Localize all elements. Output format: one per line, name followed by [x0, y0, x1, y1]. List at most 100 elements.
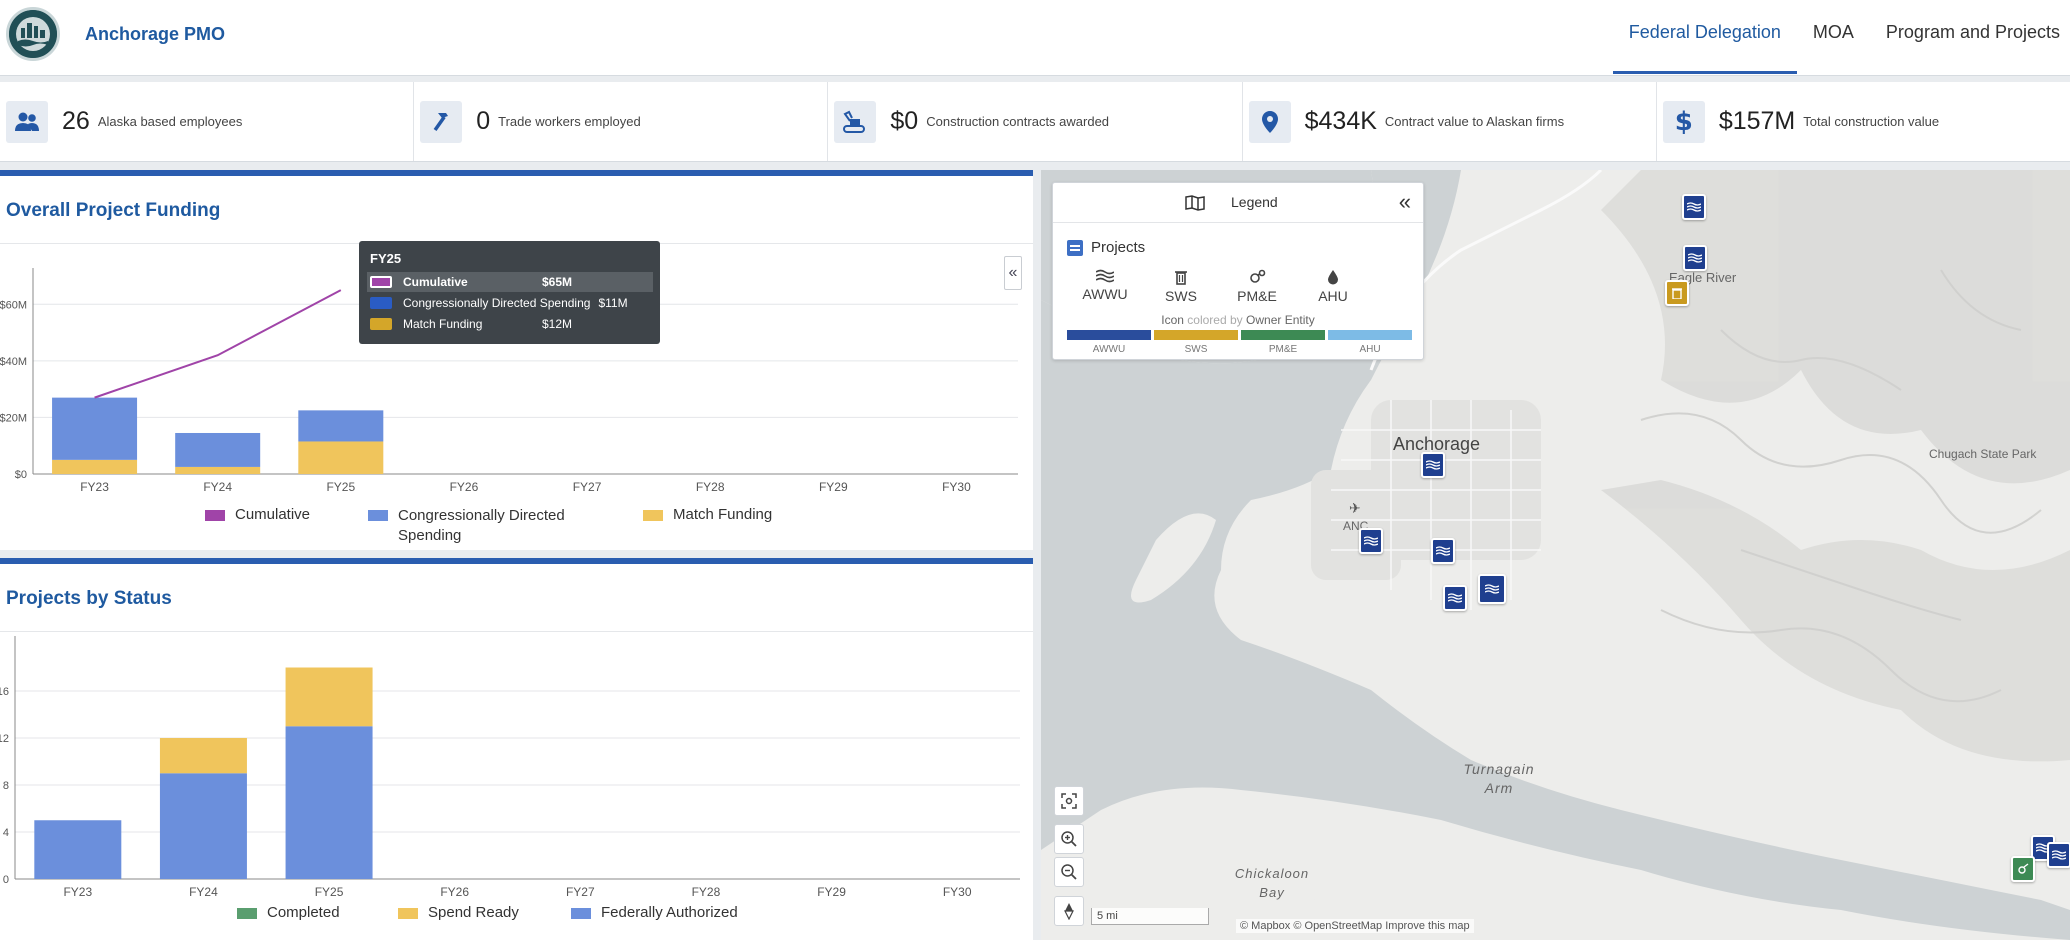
funding-legend: Cumulative Congressionally Directed Spen… [205, 506, 772, 546]
owner-color-bar [1328, 330, 1412, 340]
legend-item-match-funding[interactable]: Match Funding [643, 506, 772, 546]
nav-federal-delegation[interactable]: Federal Delegation [1612, 0, 1798, 76]
legend-swatch [571, 908, 591, 919]
kpi-label: Contract value to Alaskan firms [1384, 114, 1565, 129]
owner-color-bar [1241, 330, 1325, 340]
legend-swatch [368, 510, 388, 521]
waves-icon [1067, 269, 1143, 286]
collapse-legend-icon[interactable]: « [1399, 189, 1411, 215]
project-marker-sws[interactable] [1665, 280, 1689, 306]
bar-congressionally-directed-spending [52, 397, 138, 460]
owner-color-bar [1154, 330, 1238, 340]
map-legend: Legend « Projects AWWU SWS PM&E AHU Icon… [1052, 182, 1424, 360]
legend-item-cumulative[interactable]: Cumulative [205, 506, 368, 546]
legend-item-label: PM&E [1237, 288, 1277, 304]
legend-label: Federally Authorized [601, 904, 738, 921]
legend-swatch [643, 510, 663, 521]
legend-item-label: SWS [1165, 288, 1197, 304]
brand-title[interactable]: Anchorage PMO [85, 24, 225, 45]
zoom-in-icon [1061, 831, 1077, 847]
legend-item-label: AHU [1318, 288, 1348, 304]
y-tick-label: 4 [3, 827, 9, 839]
project-marker-awwu[interactable] [1421, 452, 1445, 478]
project-marker-awwu[interactable] [1443, 585, 1467, 611]
y-tick-label: 0 [3, 874, 9, 886]
project-marker-awwu[interactable] [1682, 194, 1706, 220]
tooltip-swatch [370, 276, 392, 288]
fit-bounds-button[interactable] [1054, 786, 1084, 816]
main-nav: Federal Delegation MOA Program and Proje… [1612, 0, 2070, 76]
anchorage-logo[interactable] [6, 7, 60, 61]
map-attribution[interactable]: © Mapbox © OpenStreetMap Improve this ma… [1236, 919, 1474, 933]
kpi-label: Trade workers employed [498, 114, 641, 129]
excavator-icon [834, 100, 877, 143]
zoom-in-button[interactable] [1054, 824, 1084, 854]
x-tick-label: FY26 [440, 885, 469, 899]
project-marker-awwu[interactable] [1359, 528, 1383, 554]
line-cumulative [94, 289, 342, 399]
project-marker-awwu[interactable] [2047, 842, 2070, 868]
map-label-chugach: Chugach State Park [1929, 447, 2037, 461]
tooltip-name: Congressionally Directed Spending [403, 296, 591, 310]
status-chart: 0 4 8 12 16 FY23 FY24 FY25 FY26 FY27 FY28 FY29 FY30 [0, 636, 1020, 899]
owner-label: AHU [1359, 344, 1381, 355]
map-label-turnagain: Turnagain Arm [1463, 761, 1535, 796]
status-panel: Projects by Status 0481216FY23FY24FY25FY… [0, 558, 1033, 940]
x-tick-label: FY25 [326, 480, 355, 494]
owner-label: SWS [1184, 344, 1208, 355]
legend-bar-labels: AWWU SWS PM&E AHU [1067, 344, 1412, 355]
project-marker-pme[interactable] [2011, 856, 2035, 882]
tooltip-row: Congressionally Directed Spending $11M [367, 293, 653, 313]
legend-label: Congressionally Directed Spending [398, 507, 565, 544]
kpi-total-construction: $ $157M Total construction value [1657, 82, 2070, 161]
tooltip-row: Match Funding $12M [367, 314, 653, 334]
caption-text: Icon [1161, 313, 1184, 327]
x-tick-label: FY29 [817, 885, 846, 899]
kpi-value: $0 [890, 107, 919, 135]
legend-item-spend-ready[interactable]: Spend Ready [398, 904, 571, 921]
x-tick-label: FY26 [450, 480, 479, 494]
bar-spend-ready [285, 667, 373, 727]
kpi-value: $157M [1718, 107, 1796, 135]
nav-moa[interactable]: MOA [1797, 0, 1870, 76]
zoom-out-button[interactable] [1054, 857, 1084, 887]
legend-category: Projects [1067, 239, 1145, 256]
kpi-contract-value: $434K Contract value to Alaskan firms [1243, 82, 1657, 161]
kpi-label: Total construction value [1803, 114, 1940, 129]
tooltip-name: Cumulative [403, 275, 468, 289]
tooltip-value: $11M [598, 296, 628, 310]
legend-item-completed[interactable]: Completed [237, 904, 398, 921]
x-tick-label: FY25 [315, 885, 344, 899]
legend-caption: Icon colored by Owner Entity [1053, 313, 1423, 327]
x-tick-label: FY30 [943, 885, 972, 899]
y-tick-label: $0 [15, 469, 27, 481]
app-header: Anchorage PMO Federal Delegation MOA Pro… [0, 0, 2070, 76]
map-legend-header: Legend « [1053, 183, 1423, 223]
nav-program-and-projects[interactable]: Program and Projects [1870, 0, 2070, 76]
owner-label: PM&E [1268, 344, 1298, 355]
x-tick-label: FY28 [696, 480, 725, 494]
kpi-label: Alaska based employees [97, 114, 243, 129]
tooltip-swatch [370, 318, 392, 330]
dollar-icon: $ [1662, 100, 1705, 143]
x-tick-label: FY24 [189, 885, 218, 899]
funding-chart: $0 $20M $40M $60M FY23 FY24 FY25 FY26 FY27 FY28 FY… [0, 268, 1018, 494]
legend-item-awwu: AWWU [1067, 269, 1143, 304]
legend-swatch [237, 908, 257, 919]
tooltip-value: $12M [542, 317, 573, 331]
fullscreen-icon [1061, 793, 1077, 809]
x-tick-label: FY30 [942, 480, 971, 494]
legend-swatch [205, 510, 225, 521]
legend-item-congressionally-directed[interactable]: Congressionally Directed Spending [368, 506, 643, 546]
compass-button[interactable] [1054, 896, 1084, 926]
project-marker-awwu[interactable] [1683, 245, 1707, 271]
project-marker-awwu[interactable] [1478, 574, 1506, 604]
y-tick-label: $20M [0, 412, 27, 424]
map-pin-icon [1248, 100, 1291, 143]
legend-item-federally-authorized[interactable]: Federally Authorized [571, 904, 738, 921]
x-tick-label: FY29 [819, 480, 848, 494]
x-tick-label: FY23 [80, 480, 109, 494]
people-icon [6, 100, 48, 143]
bar-federally-authorized [34, 820, 122, 879]
project-marker-awwu[interactable] [1431, 538, 1455, 564]
